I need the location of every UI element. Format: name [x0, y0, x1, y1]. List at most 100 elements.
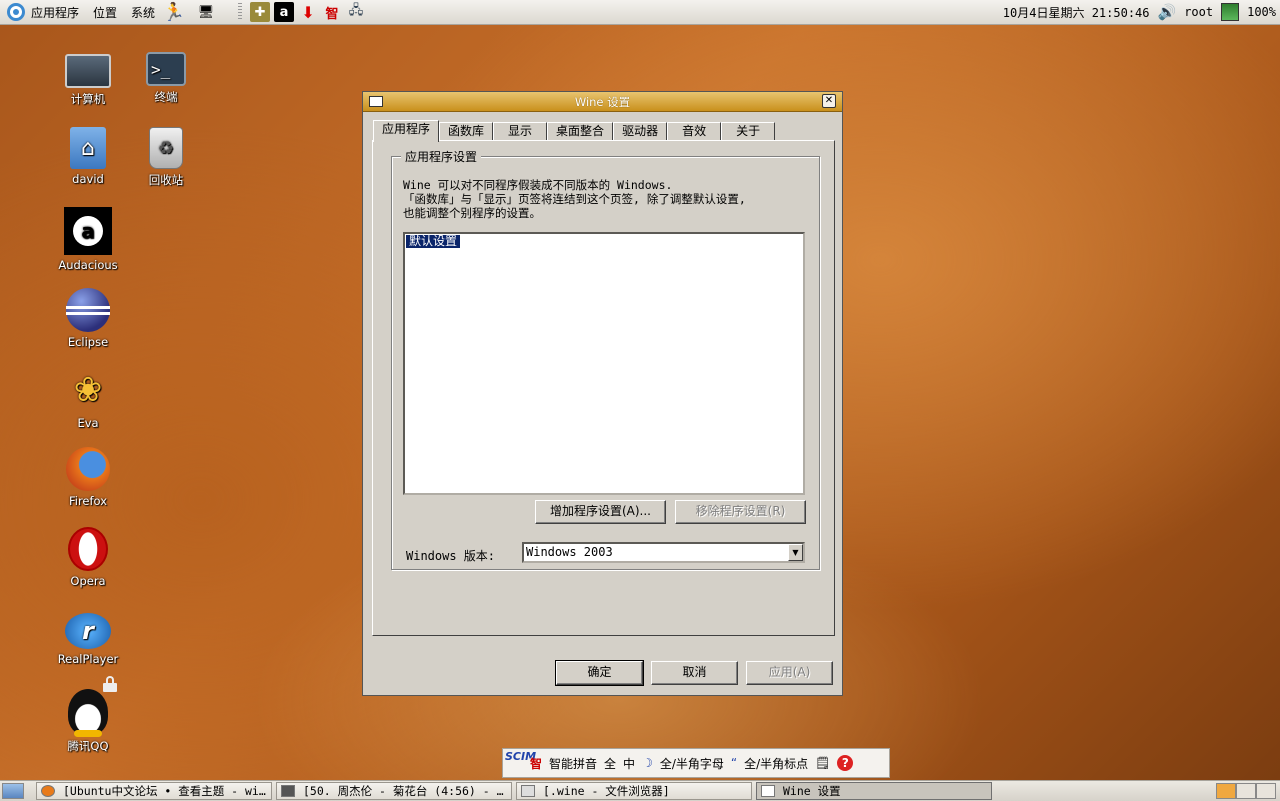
application-settings-group: 应用程序设置 Wine 可以对不同程序假装成不同版本的 Windows. 「函数… — [391, 148, 820, 570]
desktop-icon-label: 终端 — [154, 90, 178, 104]
desktop-icon-label: Audacious — [58, 258, 118, 272]
apply-button[interactable]: 应用(A) — [746, 661, 833, 685]
player-small-icon — [281, 785, 295, 797]
desktop-icon-label: 计算机 — [70, 92, 106, 106]
applications-menu[interactable]: 应用程序 — [0, 0, 86, 24]
windows-version-select[interactable]: Windows 2003 ▼ — [522, 542, 805, 563]
window-title: Wine 设置 — [574, 94, 631, 109]
close-icon[interactable]: ✕ — [822, 94, 836, 108]
desktop-icon-realplayer[interactable]: r RealPlayer — [48, 607, 128, 666]
add-application-button[interactable]: 增加程序设置(A)... — [535, 500, 666, 524]
workspace-3[interactable] — [1256, 783, 1276, 799]
ime-mode[interactable]: 智能拼音 — [549, 755, 597, 772]
desktop-icon-qq[interactable]: 腾讯QQ — [48, 689, 128, 754]
audacious-launcher-icon[interactable]: a — [274, 2, 295, 22]
desktop-icon-label: 回收站 — [148, 173, 184, 187]
tab-libraries[interactable]: 函数库 — [439, 122, 494, 141]
realplayer-icon: r — [65, 613, 111, 649]
desktop-icon-opera[interactable]: Opera — [48, 527, 128, 588]
network-icon[interactable]: 🖧 — [346, 2, 366, 22]
windows-version-label: Windows 版本: — [406, 549, 496, 563]
firefox-small-icon — [41, 785, 55, 797]
volume-icon[interactable]: 🔊 — [1158, 3, 1177, 21]
ime-chinese-toggle[interactable]: 中 — [623, 755, 635, 772]
window-small-icon — [761, 785, 775, 797]
top-panel: 应用程序 位置 系统 🏃 🖥 ✚ a ⬇ 智 🖧 10月4日星期六 21:50:… — [0, 0, 1280, 25]
notepad-icon[interactable]: 🗒 — [815, 756, 830, 770]
desktop-icon-trash[interactable]: ♻ 回收站 — [126, 127, 206, 188]
ime-zhi: 智 — [530, 756, 543, 771]
panel-separator — [238, 3, 243, 21]
desktop-icon-audacious[interactable]: a Audacious — [48, 207, 128, 272]
trash-icon: ♻ — [149, 127, 183, 169]
show-desktop-icon[interactable] — [2, 783, 24, 799]
group-title: 应用程序设置 — [401, 148, 482, 165]
wine-settings-window: Wine 设置 ✕ 应用程序 函数库 显示 桌面整合 驱动器 音效 关于 应用程… — [362, 91, 843, 696]
bottom-taskbar: [Ubuntu中文论坛 • 查看主题 - wi… [50. 周杰伦 - 菊花台 … — [0, 780, 1280, 801]
input-method-bar: SCIM 智 智能拼音 全 中 ☽ 全/半角字母 “ 全/半角标点 🗒 ? — [502, 748, 890, 778]
ubuntu-logo-icon — [7, 3, 25, 21]
desktop-icon-label: 腾讯QQ — [67, 739, 109, 753]
eva-icon: ❀ — [73, 370, 103, 410]
chevron-down-icon[interactable]: ▼ — [788, 544, 803, 561]
desktop-icon-firefox[interactable]: Firefox — [48, 447, 128, 508]
workspace-2[interactable] — [1236, 783, 1256, 799]
scim-logo-icon[interactable]: SCIM — [505, 751, 536, 774]
tab-graphics[interactable]: 显示 — [493, 122, 548, 141]
desktop-icon-home[interactable]: ⌂ david — [48, 127, 128, 186]
zhi-icon[interactable]: 智 — [322, 2, 342, 22]
lock-icon — [103, 676, 117, 692]
desktop-icon-eclipse[interactable]: Eclipse — [48, 288, 128, 349]
system-menu[interactable]: 系统 — [124, 0, 162, 24]
user-name: root — [1184, 5, 1214, 19]
task-button-firefox[interactable]: [Ubuntu中文论坛 • 查看主题 - wi… — [36, 782, 272, 800]
cancel-button[interactable]: 取消 — [651, 661, 738, 685]
task-label: Wine 设置 — [783, 784, 841, 798]
description-text: Wine 可以对不同程序假装成不同版本的 Windows. 「函数库」与「显示」… — [403, 178, 746, 220]
ime-full-toggle[interactable]: 全 — [604, 755, 616, 772]
tab-about[interactable]: 关于 — [721, 122, 776, 141]
tab-audio[interactable]: 音效 — [667, 122, 722, 141]
download-icon[interactable]: ⬇ — [298, 2, 318, 22]
desktop-icon-label: RealPlayer — [57, 652, 119, 666]
task-label: [50. 周杰伦 - 菊花台 (4:56) - … — [303, 784, 504, 798]
home-folder-icon: ⌂ — [70, 127, 106, 169]
folder-small-icon — [521, 785, 535, 797]
desktop-icon-label: Eclipse — [67, 335, 109, 349]
task-label: [Ubuntu中文论坛 • 查看主题 - wi… — [63, 784, 266, 798]
desktop-icon-terminal[interactable]: >_ 终端 — [126, 46, 206, 105]
places-menu-label: 位置 — [93, 5, 118, 20]
places-menu[interactable]: 位置 — [86, 0, 124, 24]
tab-desktop-integration[interactable]: 桌面整合 — [547, 122, 614, 141]
task-button-wine-settings[interactable]: Wine 设置 — [756, 782, 992, 800]
workspace-1[interactable] — [1216, 783, 1236, 799]
system-menu-label: 系统 — [131, 5, 156, 20]
ok-button[interactable]: 确定 — [555, 660, 644, 686]
qq-icon — [68, 689, 108, 737]
desktop-icon-eva[interactable]: ❀ Eva — [48, 367, 128, 430]
tab-applications[interactable]: 应用程序 — [373, 120, 440, 142]
remove-application-button[interactable]: 移除程序设置(R) — [675, 500, 806, 524]
tab-drives[interactable]: 驱动器 — [613, 122, 668, 141]
opera-icon — [68, 527, 108, 571]
running-man-icon[interactable]: 🏃 — [163, 2, 185, 23]
computer-icon — [65, 54, 111, 88]
punct-width-toggle[interactable]: 全/半角标点 — [744, 755, 808, 772]
title-bar[interactable]: Wine 设置 ✕ — [363, 92, 842, 112]
workspace-switcher[interactable] — [1216, 783, 1276, 799]
application-list[interactable]: 默认设置 — [403, 232, 805, 495]
list-item[interactable]: 默认设置 — [404, 234, 462, 249]
clock[interactable]: 10月4日星期六 21:50:46 — [1003, 4, 1150, 21]
battery-percent: 100% — [1247, 5, 1276, 19]
desktop-icon-computer[interactable]: 计算机 — [48, 46, 128, 107]
letter-width-toggle[interactable]: 全/半角字母 — [660, 755, 724, 772]
monitor-icon[interactable]: 🖥 — [196, 2, 216, 22]
help-icon[interactable]: ? — [837, 755, 854, 771]
task-button-player[interactable]: [50. 周杰伦 - 菊花台 (4:56) - … — [276, 782, 512, 800]
windows-version-value: Windows 2003 — [526, 545, 613, 559]
battery-icon[interactable] — [1221, 3, 1240, 21]
desktop-icon-label: Firefox — [68, 494, 108, 508]
task-button-file-browser[interactable]: [.wine - 文件浏览器] — [516, 782, 752, 800]
desktop-icon-label: Opera — [70, 574, 106, 588]
map-icon[interactable]: ✚ — [250, 2, 271, 22]
